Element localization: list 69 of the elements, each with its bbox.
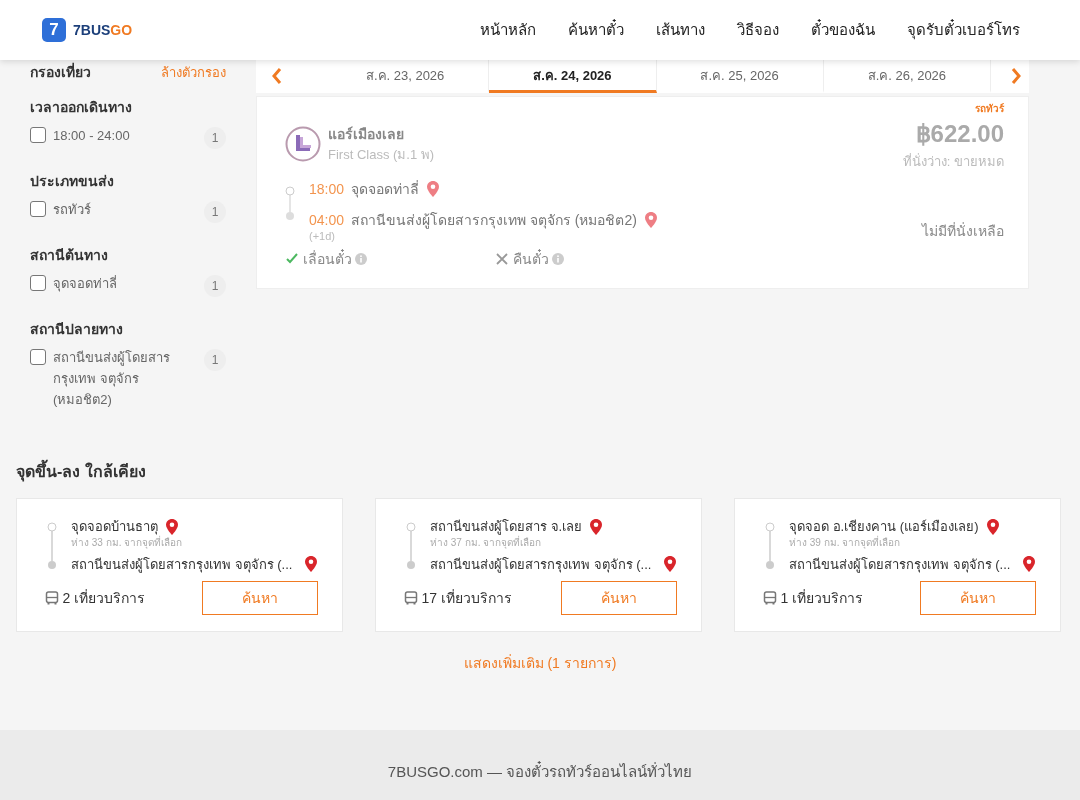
- checkbox[interactable]: [30, 127, 46, 143]
- nav-link[interactable]: จุดรับตั๋วเบอร์โทร: [891, 18, 1036, 42]
- origin-stop: สถานีขนส่งผู้โดยสาร จ.เลย: [430, 518, 583, 536]
- timeline-drawing: [765, 522, 775, 570]
- distance-text: ห่าง 39 กม. จากจุดที่เลือก: [789, 536, 902, 548]
- bus-icon: [763, 591, 777, 605]
- timeline-drawing: [406, 522, 416, 570]
- origin-stop: จุดจอด อ.เชียงคาน (แอร์เมืองเลย): [789, 518, 979, 535]
- trip-count: 17 เที่ยวบริการ: [421, 588, 512, 608]
- operator-name: แอร์เมืองเลย: [328, 124, 405, 144]
- sold-out-text: ไม่มีที่นั่งเหลือ: [922, 221, 1004, 241]
- map-pin-icon: [165, 517, 179, 536]
- nav-link[interactable]: เส้นทาง: [640, 18, 721, 42]
- filter-group-title: เวลาออกเดินทาง: [30, 98, 133, 117]
- map-pin-icon: [1022, 555, 1036, 574]
- timeline-drawing: [285, 185, 295, 220]
- filter-option-label: สถานีขนส่งผู้โดยสารกรุงเทพ จตุจักร (หมอชิต2): [53, 349, 171, 409]
- distance-text: ห่าง 37 กม. จากจุดที่เลือก: [430, 536, 542, 548]
- operator-logo: [285, 125, 321, 162]
- count-badge: 1: [204, 127, 226, 149]
- count-badge: 1: [204, 275, 226, 297]
- nav-link[interactable]: ค้นหาตั๋ว: [552, 18, 640, 42]
- filter-group-title: ประเภทขนส่ง: [30, 172, 115, 191]
- map-pin-icon: [304, 555, 318, 574]
- policy-label: เลื่อนตั๋ว: [302, 248, 352, 269]
- bus-class: First Class (ม.1 พ): [328, 145, 435, 164]
- logo-text[interactable]: 7BUSGO: [73, 19, 133, 41]
- destination-stop: สถานีขนส่งผู้โดยสารกรุงเทพ จตุจักร (...: [789, 555, 1011, 574]
- bus-icon: [45, 591, 59, 605]
- filter-title: กรองเที่ยว: [30, 62, 91, 82]
- map-pin-icon: [643, 211, 658, 229]
- stop-name: จุดจอดท่าลี่: [351, 179, 420, 200]
- filter-group-title: สถานีปลายทาง: [30, 320, 124, 339]
- footer-text: 7BUSGO.com — จองตั๋วรถทัวร์ออนไลน์ทั่วไทย: [387, 760, 693, 782]
- stop-name: สถานีขนส่งผู้โดยสารกรุงเทพ จตุจักร (หมอชิต2): [351, 210, 637, 231]
- origin-stop: จุดจอดบ้านธาตุ: [71, 518, 158, 535]
- trip-count: 2 เที่ยวบริการ: [62, 588, 146, 608]
- price: ฿622.00: [914, 119, 1004, 149]
- map-pin-icon: [985, 517, 1000, 536]
- map-pin-icon: [426, 180, 441, 198]
- stop-time: 18:00: [309, 179, 345, 199]
- logo-mark[interactable]: 7: [42, 18, 66, 42]
- seat-availability: ที่นั่งว่าง: ขายหมด: [902, 152, 1004, 171]
- map-pin-icon: [663, 555, 677, 574]
- checkbox[interactable]: [30, 275, 46, 291]
- filter-option-label: 18:00 - 24:00: [53, 127, 131, 145]
- nav-link[interactable]: วิธีจอง: [721, 18, 795, 42]
- destination-stop: สถานีขนส่งผู้โดยสารกรุงเทพ จตุจักร (...: [71, 555, 293, 574]
- checkbox[interactable]: [30, 349, 46, 365]
- map-pin-icon: [589, 517, 604, 536]
- filter-option-label: รถทัวร์: [53, 201, 92, 219]
- section-title: จุดขึ้น-ลง ใกล้เคียง: [16, 460, 1064, 484]
- day-offset: (+1d): [309, 230, 336, 242]
- stop-time: 04:00: [309, 210, 345, 230]
- count-badge: 1: [204, 201, 226, 223]
- destination-stop: สถานีขนส่งผู้โดยสารกรุงเทพ จตุจักร (...: [430, 555, 652, 574]
- filter-group-title: สถานีต้นทาง: [30, 246, 109, 265]
- bus-icon: [404, 591, 418, 605]
- trip-count: 1 เที่ยวบริการ: [780, 588, 864, 608]
- distance-text: ห่าง 33 กม. จากจุดที่เลือก: [71, 536, 184, 548]
- date-tab[interactable]: ส.ค. 24, 2026: [489, 60, 657, 93]
- count-badge: 1: [204, 349, 226, 371]
- policy-label: คืนตั๋ว: [512, 248, 549, 269]
- nav-link[interactable]: หน้าหลัก: [464, 18, 552, 42]
- checkbox[interactable]: [30, 201, 46, 217]
- filter-option-label: จุดจอดท่าลี่: [53, 274, 118, 294]
- type-tag: รถทัวร์: [285, 101, 1004, 116]
- timeline-drawing: [47, 522, 57, 570]
- nav-link[interactable]: ตั๋วของฉัน: [795, 18, 891, 42]
